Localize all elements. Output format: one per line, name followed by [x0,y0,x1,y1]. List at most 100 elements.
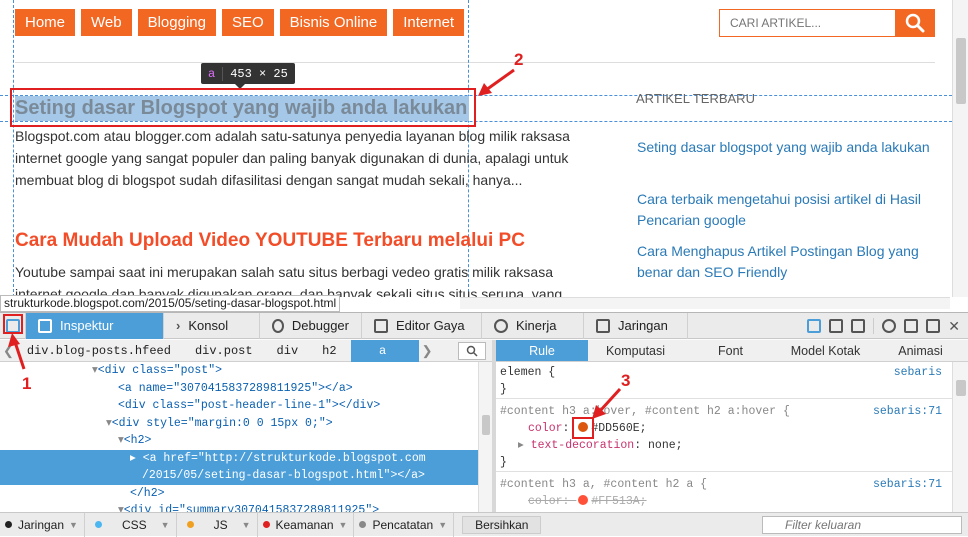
annotation-box [10,88,476,127]
tab-konsol[interactable]: › Konsol [164,312,260,339]
chevron-down-icon: ▼ [338,519,348,530]
markup-line[interactable]: </h2> [0,485,478,503]
responsive-icon[interactable] [829,319,844,333]
property-name: text-decoration [530,439,635,452]
chevron-down-icon: ▼ [241,519,251,530]
breadcrumb-item[interactable]: h2 [312,340,350,362]
markup-search-button[interactable] [458,342,486,360]
rules-scrollbar[interactable] [952,362,968,512]
markup-line[interactable]: <div class="post-header-line-1"></div> [0,397,478,415]
color-swatch[interactable] [578,495,589,505]
close-icon[interactable]: ✕ [948,318,960,335]
search-input[interactable] [720,10,895,36]
search-box [719,9,935,37]
tab-label: Jaringan [618,318,668,333]
nav-blogging[interactable]: Blogging [137,9,216,36]
markup-text: <h2> [123,434,152,447]
devtools-panel: Inspektur › Konsol Debugger Editor Gaya K… [0,312,968,537]
rule-declaration[interactable]: color: #DD560E; [496,420,952,437]
excerpt-line: Blogspot.com atau blogger.com adalah sat… [15,128,570,144]
filter-js[interactable]: JS ▼ [177,512,258,537]
markup-text: <a name="3070415837289811925"></a> [118,381,353,395]
breadcrumb-item[interactable]: div.blog-posts.hfeed [17,340,185,362]
nav-web[interactable]: Web [81,9,132,36]
property-value[interactable]: #FF513A; [591,495,646,508]
tab-model-kotak[interactable]: Model Kotak [778,340,873,361]
guide-line [13,0,14,297]
gear-icon[interactable] [882,319,897,333]
status-url: strukturkode.blogspot.com/2015/05/seting… [0,295,341,312]
breadcrumb-item[interactable]: div.post [185,340,267,362]
filter-css[interactable]: CSS ▼ [85,512,177,537]
console-icon: › [176,318,181,333]
screenshot-icon[interactable] [851,319,866,333]
sidebar-link[interactable]: Cara terbaik mengetahui posisi artikel d… [637,189,937,231]
tab-debugger[interactable]: Debugger [260,312,362,339]
tab-font[interactable]: Font [683,340,778,361]
filter-label: Pencatatan [372,517,434,532]
tab-jaringan[interactable]: Jaringan [584,312,688,339]
tab-label: Debugger [291,318,349,333]
scroll-thumb[interactable] [482,415,490,435]
tab-kinerja[interactable]: Kinerja [482,312,584,339]
filter-output-input[interactable] [762,516,962,534]
tab-animasi[interactable]: Animasi [873,340,968,361]
breadcrumb-item[interactable]: a [350,339,419,362]
rule-close: } [500,383,507,396]
property-value[interactable]: #DD560E; [591,422,646,435]
tooltip-tag: a [201,66,224,81]
markup-line[interactable]: ▾<div style="margin:0 0 15px 0;"> [0,415,478,433]
network-icon [596,318,610,333]
search-button[interactable] [895,10,934,36]
post-excerpt: Youtube sampai saat ini merupakan salah … [15,261,610,297]
markup-line-selected[interactable]: ▸ <a href="http://strukturkode.blogspot.… [0,449,478,467]
filter-pencatatan[interactable]: Pencatatan ▼ [354,512,455,537]
rule-declaration-overridden[interactable]: color: #FF513A; [496,493,952,510]
console-filter-bar: Jaringan ▼ CSS ▼ JS ▼ Keamanan ▼ Pencatatan ▼… [0,512,968,537]
markup-line[interactable]: ▾<div id="summary3070415837289811925"> [0,502,478,512]
rule-source-link[interactable]: sebaris [894,364,942,381]
nav-seo[interactable]: SEO [221,9,274,36]
chevron-right-icon[interactable]: ❯ [419,343,436,359]
markup-line[interactable]: <a name="3070415837289811925"></a> [0,380,478,398]
markup-line-selected[interactable]: /2015/05/seting-dasar-blogspot.html"></a… [0,467,478,485]
sidebar-tabs: Rule Komputasi Font Model Kotak Animasi [496,340,968,362]
markup-line[interactable]: ▾<h2> [0,432,478,450]
expand-arrow-icon[interactable]: ▸ [518,439,531,452]
tab-editor-gaya[interactable]: Editor Gaya [362,312,482,339]
nav-bisnis-online[interactable]: Bisnis Online [279,9,388,36]
markup-text: <a href="http://strukturkode.blogspot.co… [142,451,426,465]
separator [873,318,875,334]
sidebar-link[interactable]: Seting dasar blogspot yang wajib anda la… [637,137,937,158]
sidebar-link[interactable]: Cara Menghapus Artikel Postingan Blog ya… [637,241,937,283]
markup-line[interactable]: ▾<div class="post"> [0,362,478,380]
dock-icon[interactable] [904,319,919,333]
rule-source-link[interactable]: sebaris:71 [873,403,942,420]
nav-internet[interactable]: Internet [393,9,465,36]
rule-declaration[interactable]: ▸ text-decoration: none; [496,437,952,454]
split-console-icon[interactable] [807,319,822,333]
chevron-down-icon: ▼ [160,519,170,530]
scroll-thumb[interactable] [956,380,966,396]
rule-source-link[interactable]: sebaris:71 [873,476,942,493]
expand-arrow-icon[interactable]: ▸ [130,452,143,465]
performance-icon [494,318,508,333]
filter-dot [5,521,12,528]
clear-button[interactable]: Bersihkan [462,515,542,534]
breadcrumb-item[interactable]: div [267,340,313,362]
page-scrollbar[interactable] [952,0,968,297]
nav-home[interactable]: Home [15,9,76,36]
debugger-icon [272,318,284,333]
filter-keamanan[interactable]: Keamanan ▼ [258,512,355,537]
filter-jaringan[interactable]: Jaringan ▼ [0,512,85,537]
markup-scrollbar[interactable] [478,362,492,512]
selector-text: elemen { [500,366,556,379]
property-value[interactable]: none; [648,439,683,452]
tab-inspektur[interactable]: Inspektur [26,312,164,339]
scroll-thumb[interactable] [956,38,966,104]
horizontal-scrollbar[interactable] [460,297,950,309]
undock-icon[interactable] [926,319,941,333]
tab-komputasi[interactable]: Komputasi [588,340,683,361]
tab-rule[interactable]: Rule [496,340,588,361]
post-title-link[interactable]: Cara Mudah Upload Video YOUTUBE Terbaru … [15,230,525,252]
